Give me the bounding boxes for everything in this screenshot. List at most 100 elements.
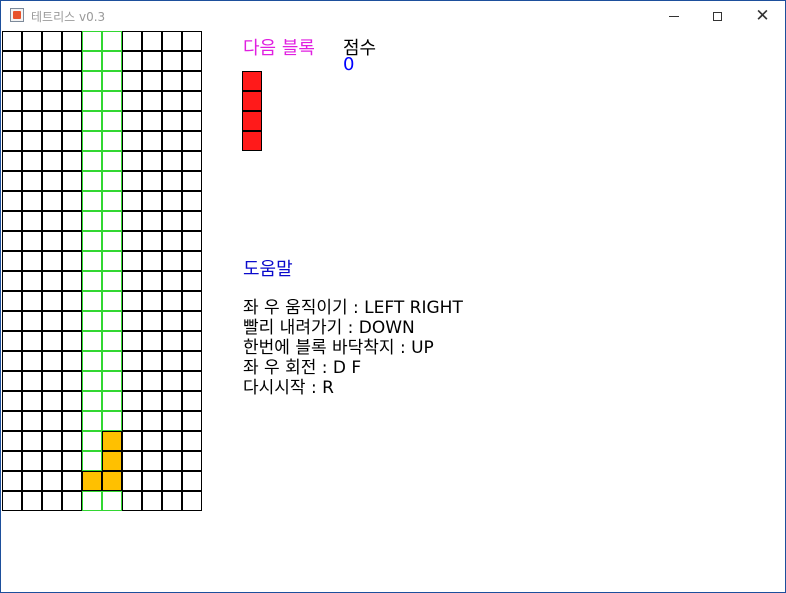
next-block-cell <box>242 111 262 131</box>
ghost-column-cell <box>82 31 102 51</box>
next-block-cell <box>242 91 262 111</box>
board-cell <box>162 431 182 451</box>
board-cell <box>162 371 182 391</box>
board-cell <box>22 91 42 111</box>
board-cell <box>142 471 162 491</box>
board-cell <box>122 131 142 151</box>
board-cell <box>162 71 182 91</box>
board-cell <box>2 371 22 391</box>
board-cell <box>182 371 202 391</box>
board-cell <box>42 191 62 211</box>
board-cell <box>122 351 142 371</box>
board-cell <box>2 311 22 331</box>
board-cell <box>122 111 142 131</box>
board-cell <box>2 351 22 371</box>
board-cell <box>22 111 42 131</box>
board-cell <box>42 211 62 231</box>
board-cell <box>122 31 142 51</box>
board-cell <box>122 151 142 171</box>
board-cell <box>182 111 202 131</box>
board-cell <box>142 351 162 371</box>
board-cell <box>62 111 82 131</box>
board-cell <box>62 331 82 351</box>
ghost-column-cell <box>102 151 122 171</box>
board-cell <box>162 131 182 151</box>
board-cell <box>2 31 22 51</box>
board-cell <box>2 271 22 291</box>
board-cell <box>2 391 22 411</box>
ghost-column-cell <box>102 171 122 191</box>
board-cell <box>22 71 42 91</box>
ghost-column-cell <box>82 371 102 391</box>
ghost-column-cell <box>102 351 122 371</box>
board-cell <box>2 71 22 91</box>
ghost-column-cell <box>102 371 122 391</box>
board-cell <box>162 171 182 191</box>
board-cell <box>42 351 62 371</box>
board-cell <box>42 331 62 351</box>
board-cell <box>62 371 82 391</box>
board-cell <box>42 311 62 331</box>
ghost-column-cell <box>82 291 102 311</box>
ghost-column-cell <box>82 211 102 231</box>
board-cell <box>142 211 162 231</box>
board-cell <box>182 311 202 331</box>
board-cell <box>22 451 42 471</box>
board-cell <box>22 191 42 211</box>
board-cell <box>142 91 162 111</box>
board-cell <box>162 191 182 211</box>
ghost-column-cell <box>82 311 102 331</box>
board-cell <box>22 471 42 491</box>
board-cell <box>122 251 142 271</box>
window-title: 테트리스 v0.3 <box>31 10 106 24</box>
board-cell <box>122 451 142 471</box>
board-cell <box>22 371 42 391</box>
board-cell <box>182 71 202 91</box>
board-cell <box>182 271 202 291</box>
ghost-column-cell <box>102 51 122 71</box>
placed-block-cell <box>102 471 122 491</box>
board-cell <box>2 471 22 491</box>
minimize-button[interactable] <box>651 1 696 31</box>
game-area[interactable]: 다음 블록 점수 0 도움말 좌 우 움직이기 : LEFT RIGHT 빨리 … <box>2 31 785 592</box>
board-cell <box>22 51 42 71</box>
board-cell <box>122 191 142 211</box>
board-cell <box>2 411 22 431</box>
ghost-column-cell <box>102 311 122 331</box>
board-cell <box>42 71 62 91</box>
board-cell <box>42 371 62 391</box>
board-cell <box>142 51 162 71</box>
board-cell <box>142 131 162 151</box>
placed-block-cell <box>82 471 102 491</box>
java-app-icon[interactable] <box>10 8 24 22</box>
board-cell <box>162 291 182 311</box>
ghost-column-cell <box>82 171 102 191</box>
board-cell <box>2 451 22 471</box>
board-cell <box>122 291 142 311</box>
close-button[interactable]: ✕ <box>740 1 785 31</box>
title-bar[interactable]: 테트리스 v0.3 ✕ <box>1 1 785 31</box>
board-cell <box>62 271 82 291</box>
tetris-board[interactable] <box>2 31 204 513</box>
ghost-column-cell <box>102 31 122 51</box>
board-cell <box>182 471 202 491</box>
board-cell <box>142 231 162 251</box>
maximize-button[interactable] <box>695 1 740 31</box>
board-cell <box>42 271 62 291</box>
board-cell <box>182 491 202 511</box>
board-cell <box>22 311 42 331</box>
board-cell <box>122 231 142 251</box>
ghost-column-cell <box>102 131 122 151</box>
board-cell <box>142 431 162 451</box>
board-cell <box>122 431 142 451</box>
board-cell <box>182 211 202 231</box>
board-cell <box>182 291 202 311</box>
board-cell <box>142 491 162 511</box>
board-cell <box>122 411 142 431</box>
board-cell <box>182 351 202 371</box>
board-cell <box>182 171 202 191</box>
board-cell <box>182 251 202 271</box>
board-cell <box>142 151 162 171</box>
board-cell <box>162 151 182 171</box>
placed-block-cell <box>102 451 122 471</box>
